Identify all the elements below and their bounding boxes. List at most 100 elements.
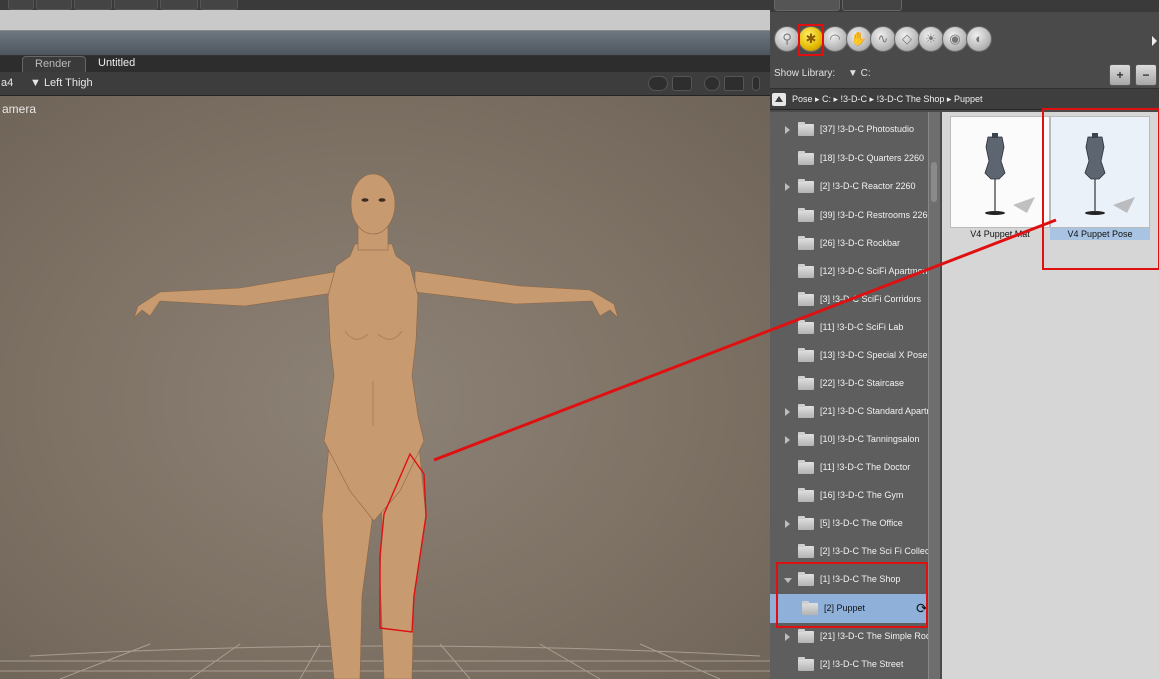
- expand-arrow-icon[interactable]: [785, 408, 790, 416]
- figure-v4[interactable]: [133, 173, 619, 679]
- library-tab-strip: [770, 0, 1159, 12]
- expand-arrow-icon[interactable]: [785, 183, 790, 191]
- rotate-icon[interactable]: [704, 76, 720, 91]
- top-tab[interactable]: [160, 0, 198, 10]
- tree-item[interactable]: [10] !3-D-C Tanningsalon: [770, 425, 928, 454]
- tree-item[interactable]: [11] !3-D-C The Doctor: [770, 453, 928, 482]
- tree-item[interactable]: [11] !3-D-C SciFi Lab: [770, 313, 928, 342]
- mannequin-icon: [984, 133, 1035, 215]
- tree-item[interactable]: [2] !3-D-C Reactor 2260: [770, 172, 928, 201]
- folder-icon: [798, 208, 814, 222]
- folder-icon: [798, 657, 814, 671]
- folder-icon: [798, 488, 814, 502]
- lights-icon[interactable]: ☀: [918, 26, 944, 52]
- tree-item[interactable]: [22] !3-D-C Staircase: [770, 369, 928, 398]
- top-tab[interactable]: [200, 0, 238, 10]
- folder-icon: [798, 122, 814, 136]
- top-tab[interactable]: [36, 0, 72, 10]
- expressions-icon[interactable]: ◠: [822, 26, 848, 52]
- folder-icon: [798, 404, 814, 418]
- annotation-box-tree: [776, 562, 928, 628]
- hands-icon[interactable]: ✋: [846, 26, 872, 52]
- folder-icon: [798, 516, 814, 530]
- thumbnail-label: V4 Puppet Mat: [970, 229, 1030, 239]
- folder-icon: [798, 432, 814, 446]
- scale-icon[interactable]: [752, 76, 760, 91]
- expand-arrow-icon[interactable]: [785, 633, 790, 641]
- viewport-panel: Render Untitled a4 ▼ Left Thigh amera: [0, 0, 770, 679]
- camera-label: amera: [2, 102, 37, 116]
- folder-icon: [798, 544, 814, 558]
- materials-icon[interactable]: ◐: [966, 26, 992, 52]
- library-buttons: + −: [1105, 64, 1159, 86]
- category-icon-row: ⚲ ✱ ◠ ✋ ∿ ◇ ☀ ◉ ◐: [774, 24, 1074, 56]
- hair-icon[interactable]: ∿: [870, 26, 896, 52]
- tree-item[interactable]: [37] !3-D-C Photostudio: [770, 115, 928, 144]
- selection-row: a4 ▼ Left Thigh: [0, 72, 770, 96]
- top-toolbar-strip: [0, 0, 770, 10]
- annotation-box-category: [798, 24, 824, 56]
- folder-icon: [798, 629, 814, 643]
- expand-arrow-icon[interactable]: [785, 436, 790, 444]
- folder-icon: [798, 460, 814, 474]
- body-part-selector[interactable]: ▼ Left Thigh: [30, 77, 93, 89]
- scene: [0, 173, 770, 679]
- figures-icon[interactable]: ⚲: [774, 26, 800, 52]
- tab-render[interactable]: Render: [22, 56, 86, 72]
- folder-icon: [798, 236, 814, 250]
- library-dropdown[interactable]: ▼ C:: [848, 68, 871, 79]
- toolbar-band: [0, 30, 770, 56]
- expand-arrow-icon[interactable]: [785, 126, 790, 134]
- tree-item[interactable]: [21] !3-D-C Standard Apartm: [770, 397, 928, 426]
- document-tab-row: Render Untitled: [0, 56, 770, 72]
- search-tab[interactable]: [842, 0, 902, 11]
- expand-arrow-icon[interactable]: [785, 520, 790, 528]
- tree-item[interactable]: [13] !3-D-C Special X Pose: [770, 341, 928, 370]
- library-panel: ⚲ ✱ ◠ ✋ ∿ ◇ ☀ ◉ ◐ Show Library: ▼ C: + −…: [770, 0, 1159, 679]
- folder-tree: [37] !3-D-C Photostudio [18] !3-D-C Quar…: [770, 112, 940, 679]
- tree-item[interactable]: [2] !3-D-C The Street: [770, 650, 928, 679]
- tree-item[interactable]: [18] !3-D-C Quarters 2260: [770, 144, 928, 173]
- folder-icon: [798, 320, 814, 334]
- toolbar-gray: [0, 10, 770, 30]
- top-tab[interactable]: [74, 0, 112, 10]
- tree-item[interactable]: [16] !3-D-C The Gym: [770, 481, 928, 510]
- folder-icon: [798, 376, 814, 390]
- thumbnail-image: [950, 116, 1050, 228]
- scrollbar-thumb[interactable]: [931, 162, 937, 202]
- top-tab[interactable]: [114, 0, 158, 10]
- favorites-tab[interactable]: [910, 0, 990, 11]
- up-folder-icon[interactable]: [772, 93, 786, 106]
- folder-icon: [798, 348, 814, 362]
- tab-untitled[interactable]: Untitled: [98, 56, 135, 72]
- annotation-box-thumbnail: [1042, 108, 1159, 270]
- folder-icon: [798, 151, 814, 165]
- view-controls: [648, 76, 764, 92]
- folder-icon: [798, 264, 814, 278]
- show-library-label: Show Library:: [774, 68, 836, 79]
- tree-scrollbar[interactable]: [928, 112, 940, 679]
- top-tab[interactable]: [8, 0, 34, 10]
- tree-item[interactable]: [26] !3-D-C Rockbar: [770, 229, 928, 258]
- figure-selector[interactable]: a4: [1, 77, 13, 89]
- remove-from-library-button[interactable]: −: [1135, 64, 1157, 86]
- breadcrumb-path[interactable]: Pose ▸ C: ▸ !3-D-C ▸ !3-D-C The Shop ▸ P…: [792, 94, 982, 105]
- tree-item[interactable]: [12] !3-D-C SciFi Apartment: [770, 257, 928, 286]
- tree-item[interactable]: [5] !3-D-C The Office: [770, 509, 928, 538]
- breadcrumb: Pose ▸ C: ▸ !3-D-C ▸ !3-D-C The Shop ▸ P…: [770, 88, 1159, 110]
- show-library-row: Show Library: ▼ C:: [774, 68, 871, 79]
- arrow-right-icon[interactable]: [1152, 36, 1157, 46]
- 3d-viewport[interactable]: [0, 96, 770, 679]
- props-icon[interactable]: ◇: [894, 26, 920, 52]
- render-icon[interactable]: [672, 76, 692, 91]
- tree-item[interactable]: [39] !3-D-C Restrooms 2260: [770, 201, 928, 230]
- move-icon[interactable]: [724, 76, 744, 91]
- folder-icon: [798, 179, 814, 193]
- cameras-icon[interactable]: ◉: [942, 26, 968, 52]
- camera-icon[interactable]: [648, 76, 668, 91]
- thumbnail-puppet-mat[interactable]: V4 Puppet Mat: [950, 116, 1050, 240]
- add-to-library-button[interactable]: +: [1109, 64, 1131, 86]
- tree-item[interactable]: [3] !3-D-C SciFi Corridors: [770, 285, 928, 314]
- library-tab[interactable]: [774, 0, 840, 11]
- folder-icon: [798, 292, 814, 306]
